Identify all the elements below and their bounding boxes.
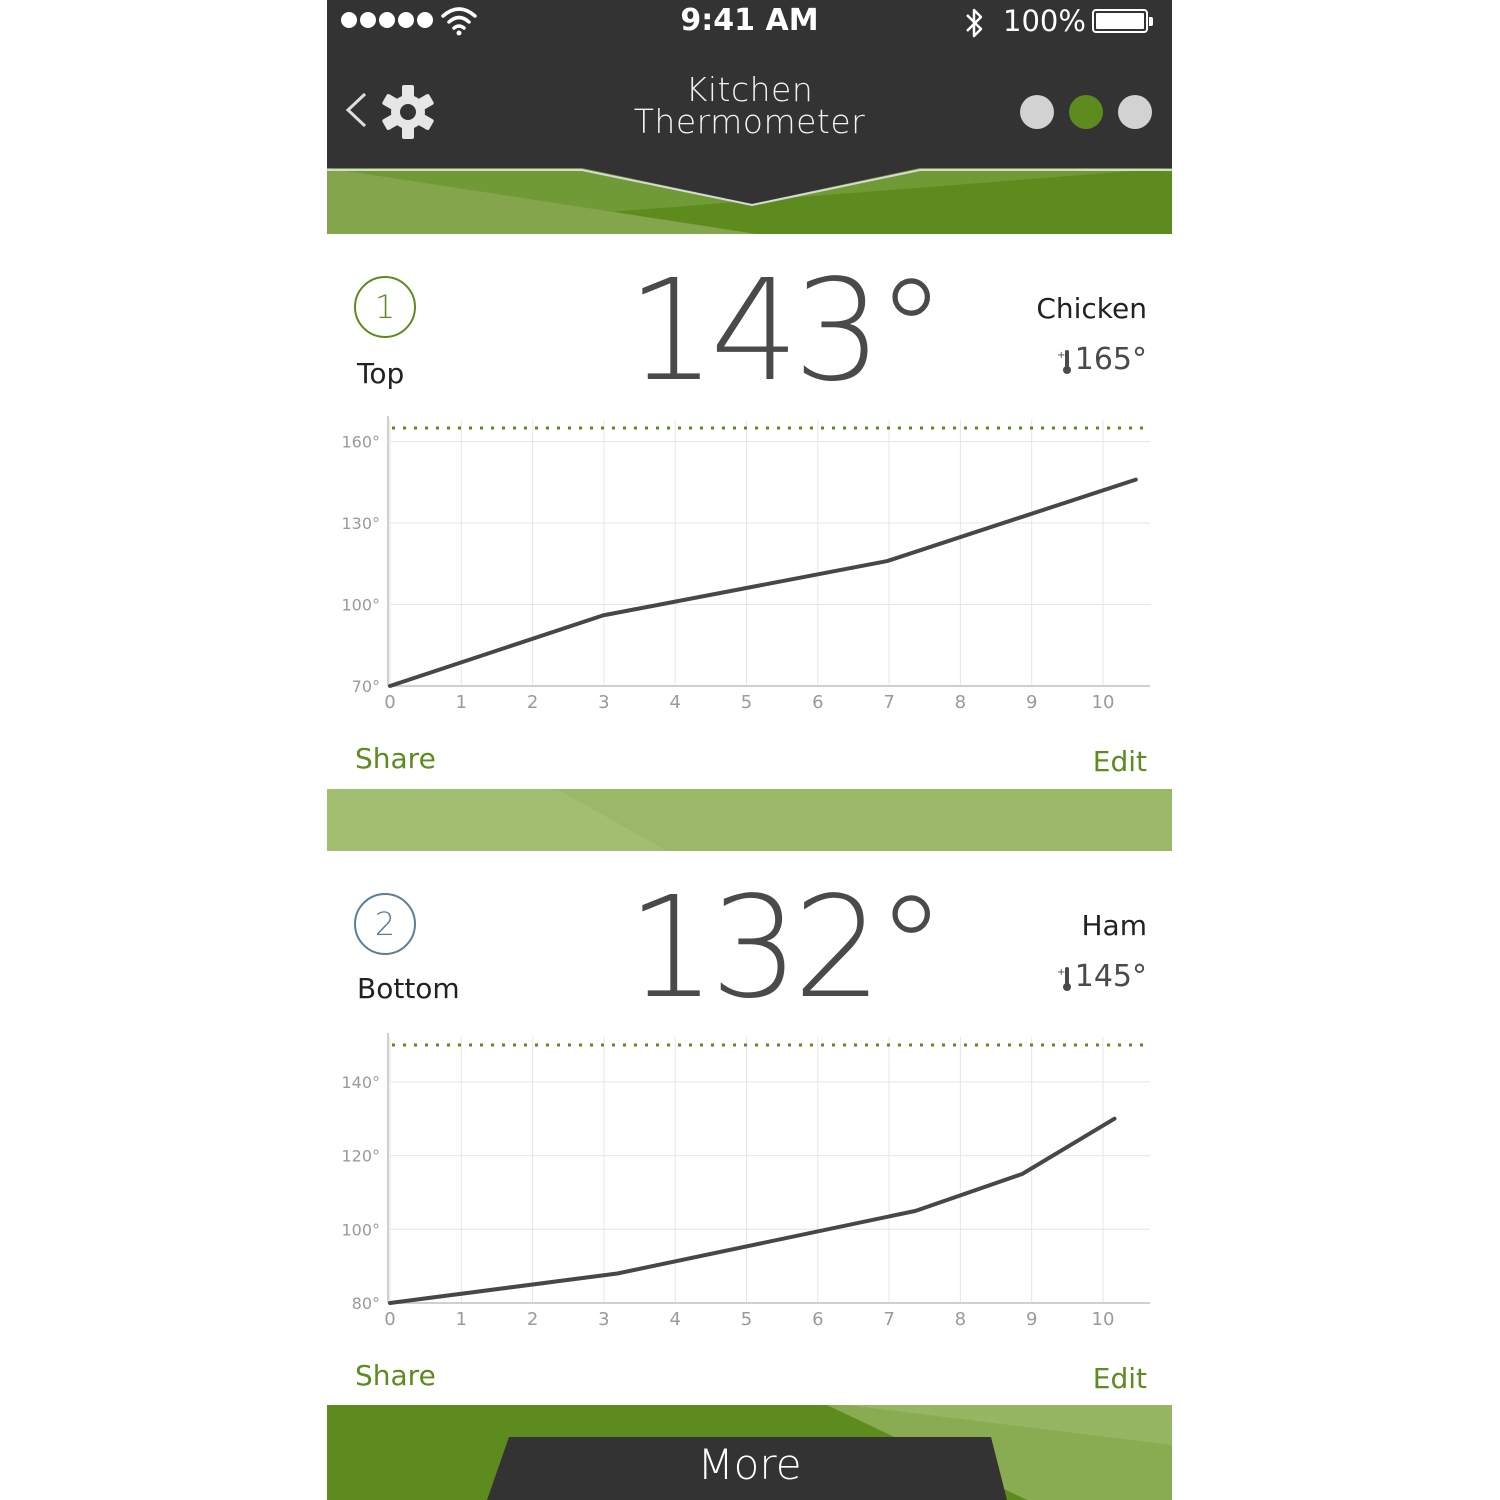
x-tick-label: 8 [955,1309,966,1330]
x-tick-label: 0 [384,692,395,713]
phone-screen: 9:41 AM 100% Kitchen Thermometer 1 Top 1… [327,0,1172,1500]
x-tick-label: 1 [456,1309,467,1330]
x-tick-label: 2 [527,692,538,713]
probe-number-badge: 2 [354,893,416,955]
x-tick-label: 7 [883,1309,894,1330]
probe-2-temperature-chart: 0 1 2 3 4 5 6 7 8 9 10 80° 100° 120° 140° [341,1033,1150,1330]
temperature-series-line [388,477,1138,688]
current-temperature: 143° [627,250,946,413]
x-tick-label: 10 [1092,692,1115,713]
header-green-band [327,168,1172,234]
y-tick-label: 100° [341,596,380,615]
nav-bar: Kitchen Thermometer [327,48,1172,170]
x-tick-label: 3 [598,1309,609,1330]
x-tick-label: 9 [1026,1309,1037,1330]
svg-text:+: + [1057,967,1065,978]
food-name: Ham [1081,909,1148,942]
x-tick-label: 2 [527,1309,538,1330]
y-tick-label: 160° [341,433,380,452]
x-tick-label: 6 [812,1309,823,1330]
x-tick-label: 10 [1092,1309,1115,1330]
battery-percent: 100% [1003,4,1086,38]
probe-name: Top [357,357,405,390]
thermometer-icon: + [1057,349,1071,374]
x-tick-label: 0 [384,1309,395,1330]
target-temperature: + 145° [1057,959,1147,994]
x-tick-label: 3 [598,692,609,713]
share-button[interactable]: Share [355,742,436,775]
target-temperature: + 165° [1057,342,1147,377]
edit-button[interactable]: Edit [1093,745,1147,778]
x-tick-label: 5 [741,692,752,713]
y-tick-label: 70° [352,677,380,696]
edit-button[interactable]: Edit [1093,1362,1147,1395]
target-temperature-value: 145° [1074,959,1147,994]
y-tick-label: 100° [341,1220,380,1239]
probe-number-badge: 1 [354,276,416,338]
target-temperature-value: 165° [1074,342,1147,377]
probe-card-2: 2 Bottom 132° Ham + 145° 0 1 2 3 4 5 6 7 8 9 10 80°… [327,851,1172,1405]
temperature-series-line [388,1116,1117,1305]
x-tick-label: 1 [456,692,467,713]
page-dot-1[interactable] [1020,95,1054,129]
probe-1-temperature-chart: 0 1 2 3 4 5 6 7 8 9 10 70° 100° 130° 160° [341,416,1150,713]
y-tick-label: 120° [341,1147,380,1166]
x-tick-label: 5 [741,1309,752,1330]
probe-name: Bottom [357,972,460,1005]
y-tick-label: 80° [352,1294,380,1313]
share-button[interactable]: Share [355,1359,436,1392]
x-tick-label: 7 [883,692,894,713]
y-tick-label: 130° [341,514,380,533]
page-indicator [1020,95,1152,129]
more-button[interactable]: More [327,1440,1172,1489]
bluetooth-icon [966,8,983,38]
x-tick-label: 4 [669,692,680,713]
x-tick-label: 6 [812,692,823,713]
probe-card-1: 1 Top 143° Chicken + 165° 0 1 2 3 4 5 6 7 8 9 10 70… [327,234,1172,789]
x-tick-label: 4 [669,1309,680,1330]
x-tick-label: 9 [1026,692,1037,713]
status-bar: 9:41 AM 100% [327,0,1172,48]
page-dot-2[interactable] [1069,95,1103,129]
page-dot-3[interactable] [1118,95,1152,129]
current-temperature: 132° [627,867,946,1030]
thermometer-icon: + [1057,966,1071,991]
svg-text:+: + [1057,350,1065,361]
battery-icon [1092,9,1153,33]
middle-green-band [327,789,1172,851]
y-tick-label: 140° [341,1073,380,1092]
x-tick-label: 8 [955,692,966,713]
food-name: Chicken [1036,292,1147,325]
